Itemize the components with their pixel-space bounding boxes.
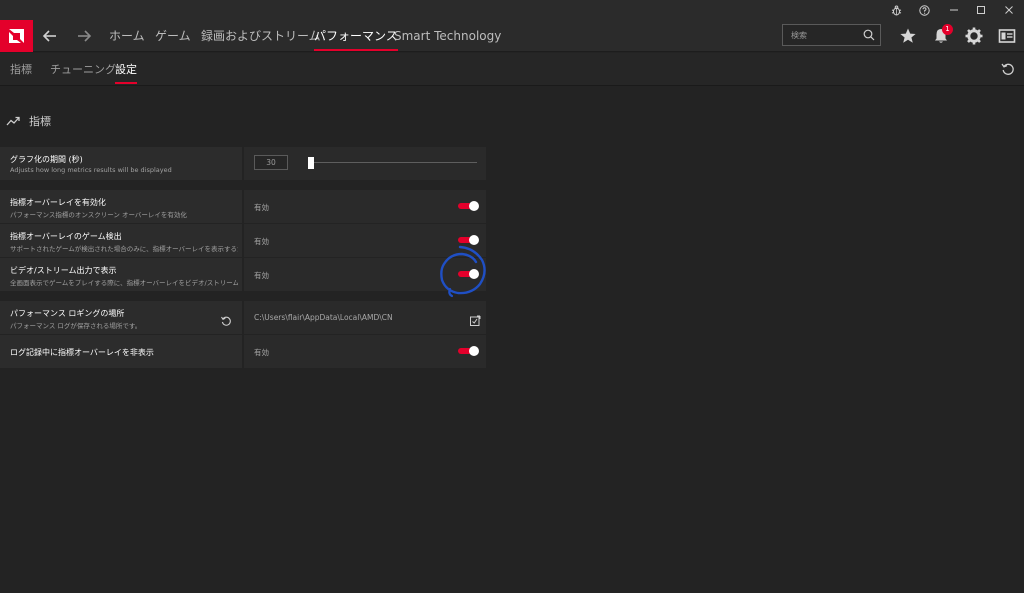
bug-icon[interactable] bbox=[885, 2, 907, 18]
star-icon[interactable] bbox=[897, 25, 919, 47]
close-button[interactable] bbox=[998, 2, 1020, 18]
setting-label-cell: ビデオ/ストリーム出力で表示 全画面表示でゲームをプレイする際に、指標オーバーレ… bbox=[0, 258, 242, 291]
setting-row-hide-overlay-logging: ログ記録中に指標オーバーレイを非表示 有効 bbox=[0, 335, 486, 368]
setting-description: Adjusts how long metrics results will be… bbox=[10, 166, 172, 174]
setting-description: 全画面表示でゲームをプレイする際に、指標オーバーレイをビデオ/ストリーム出力..… bbox=[10, 279, 238, 287]
maximize-button[interactable] bbox=[970, 2, 992, 18]
setting-value: 有効 bbox=[254, 271, 269, 280]
setting-description: パフォーマンス指標のオンスクリーン オーバーレイを有効化 bbox=[10, 211, 187, 219]
setting-row-overlay-enable: 指標オーバーレイを有効化 パフォーマンス指標のオンスクリーン オーバーレイを有効… bbox=[0, 190, 486, 223]
setting-description: サポートされたゲームが検出された場合のみに、指標オーバーレイを表示するかど... bbox=[10, 245, 238, 253]
section-header: 指標 bbox=[6, 113, 51, 129]
setting-label-cell: グラフ化の期間 (秒) Adjusts how long metrics res… bbox=[0, 147, 242, 180]
setting-label-cell: 指標オーバーレイを有効化 パフォーマンス指標のオンスクリーン オーバーレイを有効… bbox=[0, 190, 242, 223]
setting-value: 有効 bbox=[254, 348, 269, 357]
setting-row-overlay-game-detect: 指標オーバーレイのゲーム検出 サポートされたゲームが検出された場合のみに、指標オ… bbox=[0, 224, 486, 257]
gear-icon[interactable] bbox=[963, 25, 985, 47]
setting-value-cell: 有効 bbox=[244, 190, 486, 223]
overlay-game-detect-toggle[interactable] bbox=[458, 235, 479, 245]
trend-icon bbox=[6, 116, 20, 126]
section-title: 指標 bbox=[29, 115, 51, 128]
nav-smart-technology[interactable]: Smart Technology bbox=[394, 20, 501, 52]
nav-home[interactable]: ホーム bbox=[109, 20, 145, 52]
graph-period-slider-track[interactable] bbox=[311, 162, 477, 163]
setting-description: パフォーマンス ログが保存される場所です。 bbox=[10, 322, 142, 330]
tab-tuning[interactable]: チューニング bbox=[50, 53, 116, 86]
main-navbar: ホーム ゲーム 録画およびストリーム パフォーマンス Smart Technol… bbox=[0, 20, 1024, 52]
nav-record-stream[interactable]: 録画およびストリーム bbox=[201, 20, 321, 52]
video-stream-output-toggle[interactable] bbox=[458, 269, 479, 279]
setting-label: パフォーマンス ロギングの場所 bbox=[10, 309, 125, 318]
graph-period-slider-thumb[interactable] bbox=[308, 157, 314, 169]
setting-label-cell: ログ記録中に指標オーバーレイを非表示 bbox=[0, 335, 242, 368]
browse-icon[interactable] bbox=[469, 312, 481, 326]
search-box[interactable] bbox=[782, 24, 881, 46]
setting-value-cell: 有効 bbox=[244, 258, 486, 291]
graph-period-input[interactable]: 30 bbox=[254, 155, 288, 170]
notification-badge: 1 bbox=[942, 24, 953, 35]
log-path-value: C:\Users\flair\AppData\Local\AMD\CN bbox=[254, 313, 393, 322]
setting-label: グラフ化の期間 (秒) bbox=[10, 155, 83, 164]
setting-label-cell: パフォーマンス ロギングの場所 パフォーマンス ログが保存される場所です。 bbox=[0, 301, 242, 334]
setting-label: 指標オーバーレイのゲーム検出 bbox=[10, 232, 122, 241]
search-input[interactable] bbox=[783, 25, 859, 45]
amd-logo[interactable] bbox=[0, 20, 33, 52]
setting-row-log-location: パフォーマンス ロギングの場所 パフォーマンス ログが保存される場所です。 C:… bbox=[0, 301, 486, 334]
setting-value: 有効 bbox=[254, 237, 269, 246]
setting-value-cell: 有効 bbox=[244, 224, 486, 257]
setting-label: ログ記録中に指標オーバーレイを非表示 bbox=[10, 348, 154, 357]
tab-settings[interactable]: 設定 bbox=[115, 53, 137, 86]
setting-label-cell: 指標オーバーレイのゲーム検出 サポートされたゲームが検出された場合のみに、指標オ… bbox=[0, 224, 242, 257]
minimize-button[interactable] bbox=[943, 2, 965, 18]
overlay-enable-toggle[interactable] bbox=[458, 201, 479, 211]
arrow-left-icon[interactable] bbox=[40, 26, 60, 46]
reset-icon[interactable] bbox=[220, 312, 232, 326]
nav-performance[interactable]: パフォーマンス bbox=[314, 20, 398, 52]
setting-label: ビデオ/ストリーム出力で表示 bbox=[10, 266, 117, 275]
setting-value-cell: 30 bbox=[244, 147, 486, 180]
arrow-right-icon[interactable] bbox=[74, 26, 94, 46]
setting-value: 有効 bbox=[254, 203, 269, 212]
setting-value-cell: C:\Users\flair\AppData\Local\AMD\CN bbox=[244, 301, 486, 334]
tab-metrics[interactable]: 指標 bbox=[10, 53, 32, 86]
reset-icon[interactable] bbox=[1000, 61, 1016, 77]
sub-navbar: 指標 チューニング 設定 bbox=[0, 53, 1024, 86]
setting-label: 指標オーバーレイを有効化 bbox=[10, 198, 106, 207]
help-icon[interactable] bbox=[913, 2, 935, 18]
profile-card-icon[interactable] bbox=[996, 25, 1018, 47]
setting-value-cell: 有効 bbox=[244, 335, 486, 368]
setting-row-video-stream-output: ビデオ/ストリーム出力で表示 全画面表示でゲームをプレイする際に、指標オーバーレ… bbox=[0, 258, 486, 291]
search-icon[interactable] bbox=[863, 29, 875, 41]
nav-games[interactable]: ゲーム bbox=[155, 20, 191, 52]
hide-overlay-logging-toggle[interactable] bbox=[458, 346, 479, 356]
window-titlebar bbox=[0, 0, 1024, 20]
setting-row-graph-period: グラフ化の期間 (秒) Adjusts how long metrics res… bbox=[0, 147, 486, 180]
